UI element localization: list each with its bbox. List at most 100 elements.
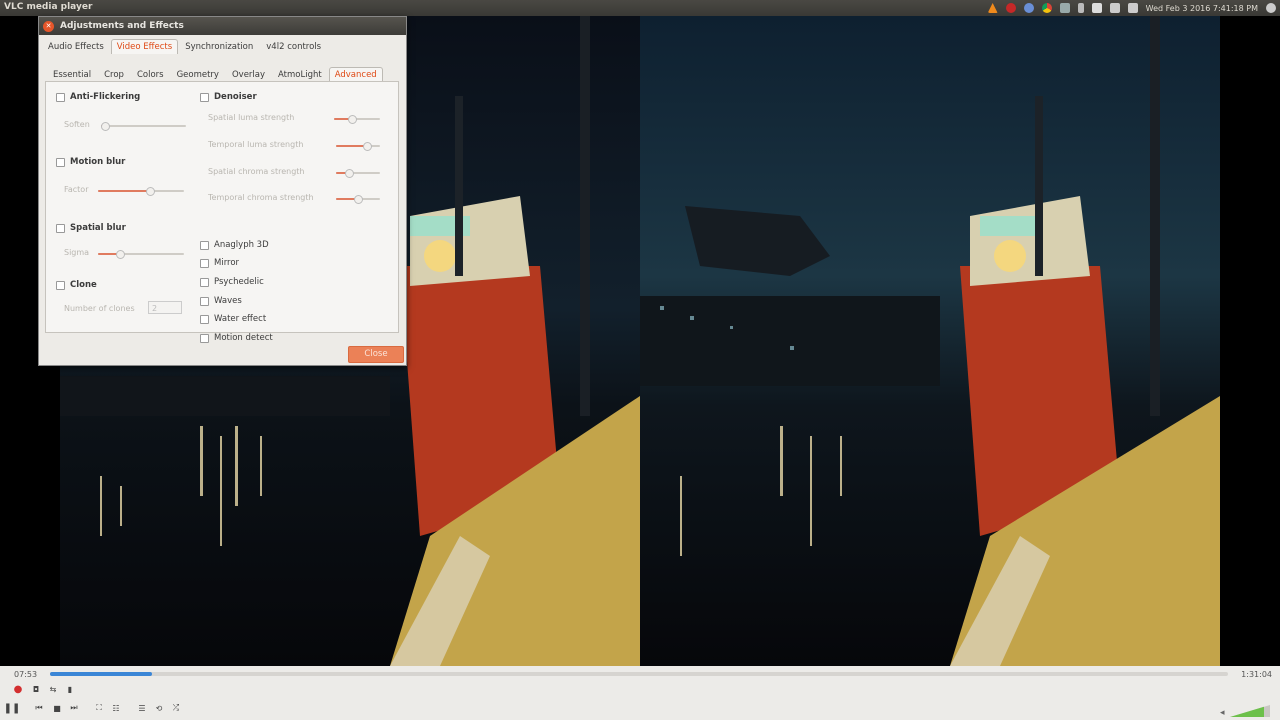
seek-bar[interactable] (50, 672, 1228, 676)
water-effect-label: Water effect (214, 314, 267, 324)
previous-icon[interactable]: ⏮ (33, 703, 45, 713)
spatial-blur-checkbox[interactable]: Spatial blur (56, 223, 126, 233)
close-button[interactable]: Close (348, 346, 404, 363)
clone-checkbox[interactable]: Clone (56, 280, 97, 290)
clone-label: Clone (70, 280, 97, 290)
waves-checkbox[interactable]: Waves (200, 296, 242, 306)
power-icon[interactable] (1266, 3, 1276, 13)
checkbox-box[interactable] (56, 92, 65, 102)
checkbox-box[interactable] (200, 333, 209, 343)
checkbox-box[interactable] (200, 296, 209, 306)
record-tray-icon[interactable] (1005, 3, 1016, 13)
number-of-clones-spinbox[interactable]: 2 (148, 301, 182, 314)
checkbox-box[interactable] (200, 92, 209, 102)
checkbox-box[interactable] (200, 240, 209, 250)
record-icon[interactable]: ● (12, 684, 24, 695)
tab-v4l2-controls[interactable]: v4l2 controls (260, 39, 327, 54)
temporal-luma-label: Temporal luma strength (208, 140, 304, 149)
spatial-luma-label: Spatial luma strength (208, 113, 295, 122)
tab-video-effects[interactable]: Video Effects (110, 39, 179, 54)
denoiser-checkbox[interactable]: Denoiser (200, 92, 257, 102)
checkbox-box[interactable] (56, 223, 65, 233)
player-controls: 07:53 1:31:04 ● ◘ ⇆ ▮ ❚❚ ⏮ ■ ⏭ ⛶ ☷ ☰ ⟲ ⤮… (0, 666, 1280, 720)
spatial-blur-label: Spatial blur (70, 223, 126, 233)
dropbox-tray-icon[interactable] (1059, 3, 1070, 13)
subtab-essential[interactable]: Essential (47, 67, 97, 82)
stop-icon[interactable]: ■ (51, 703, 63, 713)
volume-slider[interactable]: ◂ (1220, 704, 1272, 718)
sigma-slider[interactable] (98, 250, 184, 259)
fullscreen-icon[interactable]: ⛶ (93, 703, 105, 713)
speaker-icon: ◂ (1220, 708, 1225, 718)
checkbox-box[interactable] (200, 258, 209, 268)
total-time[interactable]: 1:31:04 (1241, 670, 1272, 679)
window-title: VLC media player (4, 2, 93, 12)
elapsed-time[interactable]: 07:53 (14, 670, 37, 679)
vlc-tray-icon[interactable] (987, 3, 998, 13)
factor-label: Factor (64, 185, 89, 194)
tab-audio-effects[interactable]: Audio Effects (42, 39, 110, 54)
denoiser-label: Denoiser (214, 92, 257, 102)
next-icon[interactable]: ⏭ (68, 703, 80, 713)
frame-step-icon[interactable]: ▮ (64, 684, 76, 694)
checkbox-box[interactable] (56, 280, 65, 290)
motion-blur-label: Motion blur (70, 157, 126, 167)
spatial-chroma-slider[interactable] (336, 169, 380, 178)
temporal-chroma-slider[interactable] (336, 195, 380, 204)
factor-slider[interactable] (98, 187, 184, 196)
sub-tabs: Essential Crop Colors Geometry Overlay A… (47, 67, 383, 82)
anaglyph-3d-label: Anaglyph 3D (214, 240, 269, 250)
spatial-luma-slider[interactable] (334, 115, 380, 124)
motion-detect-checkbox[interactable]: Motion detect (200, 333, 273, 343)
spatial-chroma-label: Spatial chroma strength (208, 167, 305, 176)
network-icon[interactable] (1077, 3, 1084, 13)
subtab-overlay[interactable]: Overlay (226, 67, 271, 82)
snapshot-icon[interactable]: ◘ (30, 684, 42, 694)
advanced-panel: Anti-Flickering Soften Motion blur Facto… (45, 81, 399, 343)
chromium-tray-icon[interactable] (1023, 3, 1034, 13)
volume-tray-icon[interactable] (1127, 3, 1138, 13)
mirror-checkbox[interactable]: Mirror (200, 258, 239, 268)
mirror-label: Mirror (214, 258, 240, 268)
motion-detect-label: Motion detect (214, 333, 273, 343)
seek-progress (50, 672, 153, 676)
dialog-titlebar[interactable]: ✕ Adjustments and Effects (39, 17, 406, 35)
subtab-geometry[interactable]: Geometry (171, 67, 225, 82)
adjustments-dialog: ✕ Adjustments and Effects Audio Effects … (38, 16, 407, 366)
water-effect-checkbox[interactable]: Water effect (200, 314, 266, 324)
shuffle-icon[interactable]: ⤮ (170, 703, 182, 713)
pause-icon[interactable]: ❚❚ (4, 703, 21, 714)
anaglyph-3d-checkbox[interactable]: Anaglyph 3D (200, 240, 269, 250)
subtab-atmolight[interactable]: AtmoLight (272, 67, 328, 82)
soften-label: Soften (64, 120, 90, 129)
psychedelic-label: Psychedelic (214, 277, 264, 287)
checkbox-box[interactable] (56, 157, 65, 167)
tab-synchronization[interactable]: Synchronization (179, 39, 259, 54)
extended-settings-icon[interactable]: ☷ (110, 703, 122, 713)
temporal-luma-slider[interactable] (336, 142, 380, 151)
mail-icon[interactable] (1109, 3, 1120, 13)
soften-slider[interactable] (101, 122, 186, 131)
playlist-icon[interactable]: ☰ (136, 703, 148, 713)
subtab-crop[interactable]: Crop (98, 67, 130, 82)
close-icon[interactable]: ✕ (43, 20, 54, 32)
system-top-bar: VLC media player Wed Feb 3 2016 7:41:18 … (0, 0, 1280, 16)
loop-ab-icon[interactable]: ⇆ (47, 684, 59, 694)
system-tray: Wed Feb 3 2016 7:41:18 PM (987, 0, 1276, 16)
keyboard-layout-icon[interactable] (1091, 3, 1102, 13)
chrome-tray-icon[interactable] (1041, 3, 1052, 13)
subtab-advanced[interactable]: Advanced (328, 67, 383, 82)
checkbox-box[interactable] (200, 277, 209, 287)
number-of-clones-label: Number of clones (64, 304, 135, 313)
checkbox-box[interactable] (200, 314, 209, 324)
main-tabs: Audio Effects Video Effects Synchronizat… (42, 39, 327, 54)
anti-flickering-label: Anti-Flickering (70, 92, 141, 102)
motion-blur-checkbox[interactable]: Motion blur (56, 157, 125, 167)
loop-icon[interactable]: ⟲ (153, 703, 165, 713)
anti-flickering-checkbox[interactable]: Anti-Flickering (56, 92, 140, 102)
subtab-colors[interactable]: Colors (131, 67, 170, 82)
temporal-chroma-label: Temporal chroma strength (208, 193, 314, 202)
dialog-title: Adjustments and Effects (60, 21, 184, 31)
psychedelic-checkbox[interactable]: Psychedelic (200, 277, 264, 287)
clock[interactable]: Wed Feb 3 2016 7:41:18 PM (1146, 4, 1258, 13)
